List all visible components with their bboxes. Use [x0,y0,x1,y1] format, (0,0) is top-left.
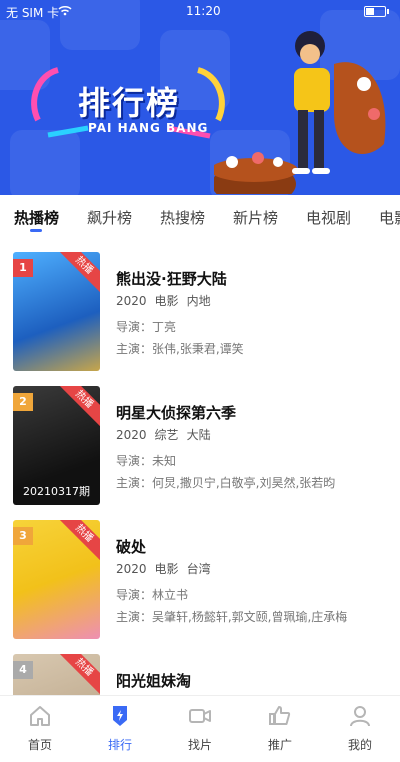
tab-hot-search[interactable]: 热搜榜 [160,207,205,228]
nav-promote-label: 推广 [267,738,292,752]
nav-find[interactable]: 找片 [160,696,240,762]
cast: 主演：吴肇轩,杨懿轩,郭文颐,曾珮瑜,庄承梅 [116,610,348,624]
title[interactable]: 破处 [116,536,146,557]
video-camera-icon [189,709,211,723]
rank-badge: 3 [13,527,33,545]
director: 导演：林立书 [116,588,189,602]
year: 2020 [116,294,147,308]
tab-tv-series[interactable]: 电视剧 [306,207,351,228]
meta: 2020 电影 台湾 [116,560,219,577]
tab-rising[interactable]: 飙升榜 [87,207,132,228]
tab-new[interactable]: 新片榜 [233,207,278,228]
ranking-list: 1 热播 熊出没·狂野大陆 2020 电影 内地 导演：丁亮 主演：张伟,张秉君,谭… [0,250,400,695]
director: 导演：丁亮 [116,320,177,334]
wifi-icon [58,6,72,16]
nav-mine[interactable]: 我的 [320,696,400,762]
meta: 2020 电影 内地 [116,292,219,309]
title[interactable]: 阳光姐妹淘 [116,670,191,691]
hot-ribbon: 热播 [53,386,100,431]
type: 电影 [154,294,179,308]
poster-image[interactable]: 2 热播 20210317期 [13,386,100,505]
director: 导演：未知 [116,454,177,468]
meta: 2020 综艺 大陆 [116,426,219,443]
region: 内地 [186,294,211,308]
nav-ranking[interactable]: 排行 [80,696,160,762]
rank-badge: 2 [13,393,33,411]
list-item[interactable]: 3 热播 破处 2020 电影 台湾 导演：林立书 主演：吴肇轩,杨懿轩,郭文颐,曾… [0,518,400,652]
title[interactable]: 熊出没·狂野大陆 [116,268,227,289]
hot-ribbon: 热播 [53,520,100,565]
clock: 11:20 [186,4,221,18]
rank-badge: 4 [13,661,33,679]
nav-mine-label: 我的 [347,738,372,752]
cast: 主演：何炅,撒贝宁,白敬亭,刘昊然,张若昀 [116,476,336,490]
hot-ribbon: 热播 [53,252,100,297]
carrier-label: 无 SIM 卡 [6,6,60,20]
region: 大陆 [186,428,211,442]
ranking-tabs: 热播榜 飙升榜 热搜榜 新片榜 电视剧 电影 [0,195,400,243]
title[interactable]: 明星大侦探第六季 [116,402,236,423]
list-item[interactable]: 1 热播 熊出没·狂野大陆 2020 电影 内地 导演：丁亮 主演：张伟,张秉君,谭… [0,250,400,384]
bottom-nav: 首页 排行 找片 推广 我的 [0,695,400,762]
nav-ranking-label: 排行 [107,738,132,752]
page-subtitle: PAI HANG BANG [88,121,209,135]
nav-home[interactable]: 首页 [0,696,80,762]
rank-badge: 1 [13,259,33,277]
page-title: 排行榜 [78,84,181,122]
cast: 主演：张伟,张秉君,谭笑 [116,342,244,356]
list-item[interactable]: 2 热播 20210317期 明星大侦探第六季 2020 综艺 大陆 导演：未知 主… [0,384,400,518]
home-icon [30,706,50,726]
nav-promote[interactable]: 推广 [240,696,320,762]
header-banner: 排行榜 PAI HANG BANG 无 SIM 卡 11:20 [0,0,400,195]
poster-image[interactable]: 1 热播 [13,252,100,371]
nav-home-label: 首页 [27,738,52,752]
tab-movie[interactable]: 电影 [379,207,400,228]
poster-image[interactable]: 4 热播 [13,654,100,695]
hot-ribbon: 热播 [53,654,100,695]
character-illustration [214,31,386,194]
tab-hot-play[interactable]: 热播榜 [14,207,59,228]
episode-label: 20210317期 [23,485,90,498]
nav-find-label: 找片 [187,738,212,752]
status-bar: 无 SIM 卡 11:20 [0,0,400,22]
year: 2020 [116,428,147,442]
type: 综艺 [154,428,179,442]
type: 电影 [154,562,179,576]
ranking-icon [113,706,127,726]
active-tab-indicator [30,229,42,232]
poster-image[interactable]: 3 热播 [13,520,100,639]
user-icon [350,706,370,727]
list-item[interactable]: 4 热播 阳光姐妹淘 [0,652,400,695]
region: 台湾 [186,562,211,576]
battery-icon [364,6,389,17]
thumbs-up-icon [269,706,291,725]
year: 2020 [116,562,147,576]
